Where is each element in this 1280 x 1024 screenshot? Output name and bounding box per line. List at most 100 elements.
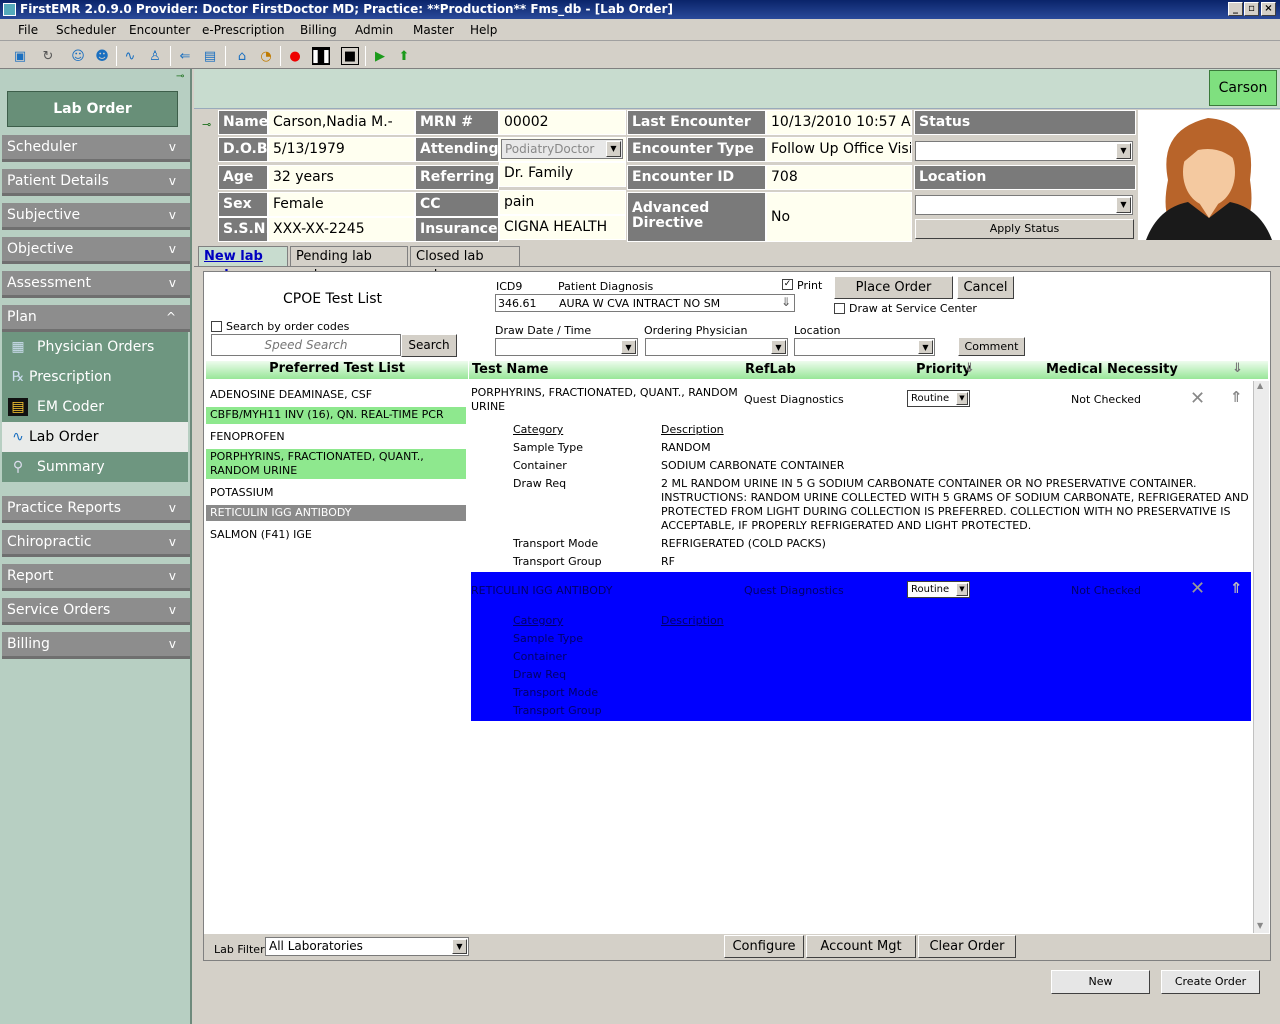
menu-encounter[interactable]: Encounter [129, 23, 190, 37]
menu-billing[interactable]: Billing [300, 23, 337, 37]
diagnosis-field[interactable]: 346.61 AURA W CVA INTRACT NO SM ⇓ [495, 294, 795, 312]
place-order-button[interactable]: Place Order [834, 276, 953, 299]
sidebar-item-em-coder[interactable]: ▤ EM Coder [2, 392, 188, 422]
stop-icon[interactable]: ■ [341, 47, 359, 65]
back-icon[interactable]: ⇐ [175, 46, 195, 66]
upload-icon[interactable]: ⬆ [394, 46, 414, 66]
sidebar-item-patient-details[interactable]: Patient Details v [2, 169, 190, 196]
menu-help[interactable]: Help [470, 23, 497, 37]
restore-button[interactable]: ▫ [1244, 2, 1259, 16]
tab-pending-lab-orders[interactable]: Pending lab orders [290, 246, 408, 283]
move-up-icon[interactable]: ⇑ [1230, 579, 1243, 597]
apply-status-button[interactable]: Apply Status [915, 219, 1134, 239]
sidebar-item-summary[interactable]: ⚲ Summary [2, 452, 188, 482]
account-mgt-button[interactable]: Account Mgt [806, 935, 916, 958]
list-item[interactable]: CBFB/MYH11 INV (16), QN. REAL-TIME PCR [206, 407, 466, 424]
priority-select[interactable]: Routine ▼ [907, 581, 970, 598]
pause-icon[interactable]: ❚❚ [310, 47, 332, 65]
chevron-down-icon: ▼ [621, 340, 636, 354]
new-button[interactable]: New [1051, 970, 1150, 994]
draw-service-checkbox[interactable] [834, 303, 845, 314]
list-item[interactable]: SALMON (F41) IGE [206, 527, 466, 544]
menu-admin[interactable]: Admin [355, 23, 393, 37]
menu-scheduler[interactable]: Scheduler [56, 23, 116, 37]
container-label: Container [513, 459, 567, 472]
home-icon[interactable]: ⌂ [232, 46, 252, 66]
clear-order-button[interactable]: Clear Order [918, 935, 1016, 958]
list-item[interactable]: PORPHYRINS, FRACTIONATED, QUANT., RANDOM… [206, 449, 466, 479]
order-row-selected[interactable]: RETICULIN IGG ANTIBODY Quest Diagnostics… [471, 572, 1251, 721]
location-select-order[interactable]: ▼ [794, 338, 935, 356]
list-item[interactable]: FENOPROFEN [206, 429, 466, 446]
stethoscope-icon[interactable]: ∿ [120, 46, 140, 66]
cancel-button[interactable]: Cancel [957, 276, 1014, 299]
location-select[interactable]: ▼ [915, 195, 1133, 215]
window-icon[interactable]: ▣ [10, 46, 30, 66]
sidebar-item-subjective[interactable]: Subjective v [2, 203, 190, 230]
comment-button[interactable]: Comment [958, 337, 1025, 356]
sidebar-item-physician-orders[interactable]: ▦ Physician Orders [2, 332, 188, 362]
print-checkbox[interactable]: ✓ [782, 279, 793, 290]
patient-name-banner[interactable]: Carson [1209, 70, 1277, 106]
remove-icon[interactable]: ✕ [1190, 388, 1205, 409]
sidebar-item-billing[interactable]: Billing v [2, 632, 190, 659]
priority-select[interactable]: Routine ▼ [907, 390, 970, 407]
speed-search-input[interactable] [211, 334, 401, 356]
sidebar-item-scheduler[interactable]: Scheduler v [2, 135, 190, 162]
sidebar-item-chiropractic[interactable]: Chiropractic v [2, 530, 190, 557]
patient-dob: 5/13/1979 [268, 137, 415, 162]
move-up-icon[interactable]: ⇑ [1230, 388, 1243, 406]
ordering-physician-select[interactable]: ▼ [645, 338, 788, 356]
search-button[interactable]: Search [401, 334, 457, 357]
sidebar-item-report[interactable]: Report v [2, 564, 190, 591]
sidebar-item-plan[interactable]: Plan ^ [2, 305, 190, 332]
configure-button[interactable]: Configure [724, 935, 804, 958]
status-select[interactable]: ▼ [915, 141, 1133, 161]
lab-filter-select[interactable]: All Laboratories ▼ [265, 937, 469, 956]
sidebar-item-prescription[interactable]: ℞ Prescription [2, 362, 188, 392]
record-icon[interactable]: ● [285, 46, 305, 66]
draw-date-select[interactable]: ▼ [495, 338, 638, 356]
sidebar-header: Lab Order [7, 91, 178, 127]
document-icon[interactable]: ▤ [200, 46, 220, 66]
menu-master[interactable]: Master [413, 23, 454, 37]
order-scrollbar[interactable]: ▲ ▼ [1253, 381, 1269, 933]
sidebar-item-assessment[interactable]: Assessment v [2, 271, 190, 298]
sidebar-item-lab-order[interactable]: ∿ Lab Order [2, 422, 188, 452]
attending-select[interactable]: PodiatryDoctor ▼ [501, 139, 623, 159]
col-priority[interactable]: Priority [916, 362, 971, 377]
menu-file[interactable]: File [18, 23, 38, 37]
sort-down-icon[interactable]: ⇓ [964, 361, 975, 376]
tab-new-lab-order[interactable]: New lab order [198, 246, 288, 283]
chevron-down-icon: v [168, 208, 176, 222]
scroll-up-icon[interactable]: ▲ [1257, 381, 1263, 390]
sort-down-icon[interactable]: ⇓ [1232, 361, 1243, 376]
close-button[interactable]: × [1261, 2, 1276, 16]
menu-eprescription[interactable]: e-Prescription [202, 23, 285, 37]
sidebar-item-service-orders[interactable]: Service Orders v [2, 598, 190, 625]
pin-icon[interactable]: ⊸ [176, 71, 184, 82]
search-by-codes-checkbox[interactable] [211, 321, 222, 332]
remove-icon[interactable]: ✕ [1190, 578, 1205, 599]
description-header: Description [661, 423, 724, 436]
list-item[interactable]: ADENOSINE DEAMINASE, CSF [206, 387, 466, 404]
sidebar-item-objective[interactable]: Objective v [2, 237, 190, 264]
sidebar-item-practice-reports[interactable]: Practice Reports v [2, 496, 190, 523]
tab-closed-lab-orders[interactable]: Closed lab orders [410, 246, 520, 283]
create-order-button[interactable]: Create Order [1161, 970, 1260, 994]
play-icon[interactable]: ▶ [370, 46, 390, 66]
arrow-down-icon[interactable]: ⇓ [781, 295, 791, 309]
user-add-icon[interactable]: ☺ [68, 46, 88, 66]
doctor-icon[interactable]: ♙ [145, 46, 165, 66]
refresh-icon[interactable]: ↻ [38, 46, 58, 66]
pin-icon[interactable]: ⊸ [202, 118, 211, 131]
chevron-down-icon: v [168, 603, 176, 617]
list-item[interactable]: RETICULIN IGG ANTIBODY [206, 505, 466, 521]
scroll-down-icon[interactable]: ▼ [1257, 921, 1263, 930]
clipboard-icon: ▦ [11, 339, 25, 355]
history-icon[interactable]: ◔ [256, 46, 276, 66]
order-row[interactable]: PORPHYRINS, FRACTIONATED, QUANT., RANDOM… [471, 383, 1251, 571]
users-icon[interactable]: ☻ [92, 46, 112, 66]
minimize-button[interactable]: _ [1228, 2, 1243, 16]
list-item[interactable]: POTASSIUM [206, 485, 466, 502]
